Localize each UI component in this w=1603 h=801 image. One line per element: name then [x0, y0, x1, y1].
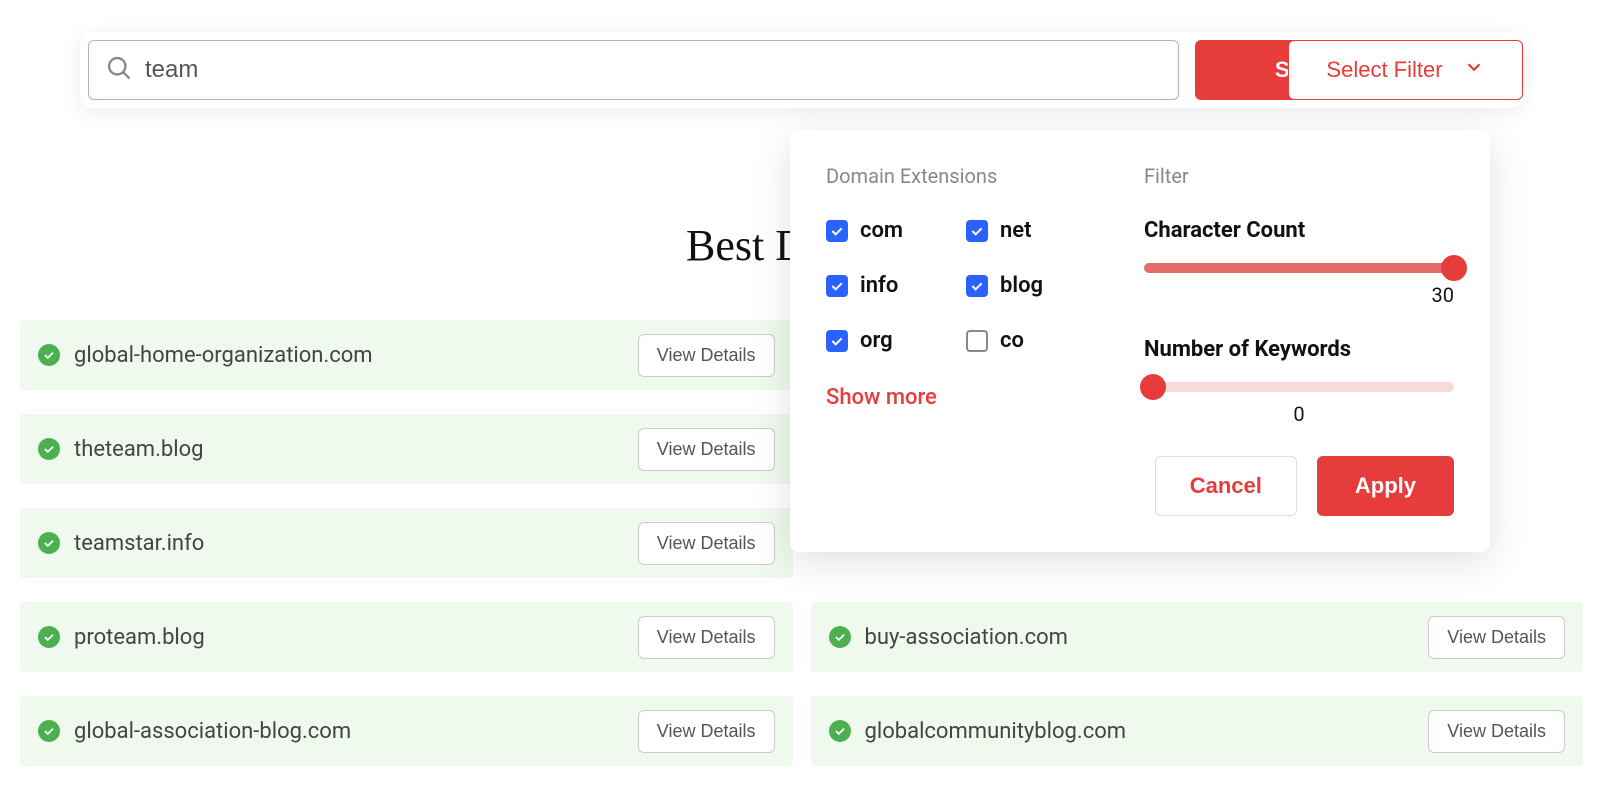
keywords-slider-thumb[interactable]	[1140, 374, 1166, 400]
domain-row: proteam.blog View Details	[20, 602, 793, 672]
extension-net[interactable]: net	[966, 218, 1096, 243]
filter-extensions-section: Domain Extensions com net info blog org …	[826, 164, 1096, 516]
show-more-link[interactable]: Show more	[826, 385, 1096, 410]
extension-label: blog	[1000, 273, 1043, 298]
extension-label: info	[860, 273, 898, 298]
view-details-button[interactable]: View Details	[1428, 710, 1565, 753]
search-icon	[105, 54, 133, 86]
keywords-slider[interactable]	[1144, 382, 1454, 392]
checkbox-co[interactable]	[966, 330, 988, 352]
domain-name: proteam.blog	[74, 625, 205, 650]
extension-label: org	[860, 328, 893, 353]
domain-row: globalcommunityblog.com View Details	[811, 696, 1584, 766]
char-count-label: Character Count	[1144, 218, 1454, 243]
check-icon	[38, 626, 60, 648]
check-icon	[829, 720, 851, 742]
extension-co[interactable]: co	[966, 328, 1096, 353]
char-count-slider[interactable]	[1144, 263, 1454, 273]
filter-panel: Domain Extensions com net info blog org …	[790, 130, 1490, 552]
keywords-label: Number of Keywords	[1144, 337, 1454, 362]
checkbox-org[interactable]	[826, 330, 848, 352]
extensions-heading: Domain Extensions	[826, 164, 1096, 188]
view-details-button[interactable]: View Details	[1428, 616, 1565, 659]
keywords-value: 0	[1144, 402, 1454, 426]
extension-org[interactable]: org	[826, 328, 956, 353]
view-details-button[interactable]: View Details	[638, 522, 775, 565]
view-details-button[interactable]: View Details	[638, 334, 775, 377]
check-icon	[829, 626, 851, 648]
char-count-slider-thumb[interactable]	[1441, 255, 1467, 281]
results-column-left: global-home-organization.com View Detail…	[20, 320, 793, 766]
extension-label: net	[1000, 218, 1032, 243]
check-icon	[38, 438, 60, 460]
select-filter-label: Select Filter	[1326, 57, 1442, 83]
domain-left: buy-association.com	[829, 625, 1068, 650]
extension-info[interactable]: info	[826, 273, 956, 298]
domain-name: teamstar.info	[74, 531, 204, 556]
checkbox-info[interactable]	[826, 275, 848, 297]
filter-sliders-section: Filter Character Count 30 Number of Keyw…	[1144, 164, 1454, 516]
apply-button[interactable]: Apply	[1317, 456, 1454, 516]
filter-heading: Filter	[1144, 164, 1454, 188]
view-details-button[interactable]: View Details	[638, 616, 775, 659]
domain-name: global-home-organization.com	[74, 343, 373, 368]
domain-row: buy-association.com View Details	[811, 602, 1584, 672]
checkbox-net[interactable]	[966, 220, 988, 242]
search-input[interactable]	[145, 56, 1162, 84]
domain-left: global-association-blog.com	[38, 719, 351, 744]
domain-left: teamstar.info	[38, 531, 204, 556]
extensions-grid: com net info blog org co	[826, 218, 1096, 353]
cancel-button[interactable]: Cancel	[1155, 456, 1297, 516]
domain-row: theteam.blog View Details	[20, 414, 793, 484]
domain-row: global-home-organization.com View Detail…	[20, 320, 793, 390]
extension-com[interactable]: com	[826, 218, 956, 243]
checkbox-blog[interactable]	[966, 275, 988, 297]
select-filter-button[interactable]: Select Filter	[1288, 40, 1523, 100]
view-details-button[interactable]: View Details	[638, 710, 775, 753]
domain-name: global-association-blog.com	[74, 719, 351, 744]
domain-name: globalcommunityblog.com	[865, 719, 1127, 744]
domain-left: theteam.blog	[38, 437, 204, 462]
extension-blog[interactable]: blog	[966, 273, 1096, 298]
extension-label: co	[1000, 328, 1024, 353]
check-icon	[38, 344, 60, 366]
domain-row: teamstar.info View Details	[20, 508, 793, 578]
domain-left: proteam.blog	[38, 625, 205, 650]
check-icon	[38, 720, 60, 742]
extension-label: com	[860, 218, 903, 243]
checkbox-com[interactable]	[826, 220, 848, 242]
filter-panel-buttons: Cancel Apply	[1144, 456, 1454, 516]
check-icon	[38, 532, 60, 554]
domain-row: global-association-blog.com View Details	[20, 696, 793, 766]
search-input-wrap	[88, 40, 1179, 100]
domain-name: theteam.blog	[74, 437, 204, 462]
chevron-down-icon	[1463, 56, 1485, 84]
view-details-button[interactable]: View Details	[638, 428, 775, 471]
char-count-value: 30	[1144, 283, 1454, 307]
domain-name: buy-association.com	[865, 625, 1068, 650]
domain-left: global-home-organization.com	[38, 343, 373, 368]
domain-left: globalcommunityblog.com	[829, 719, 1127, 744]
